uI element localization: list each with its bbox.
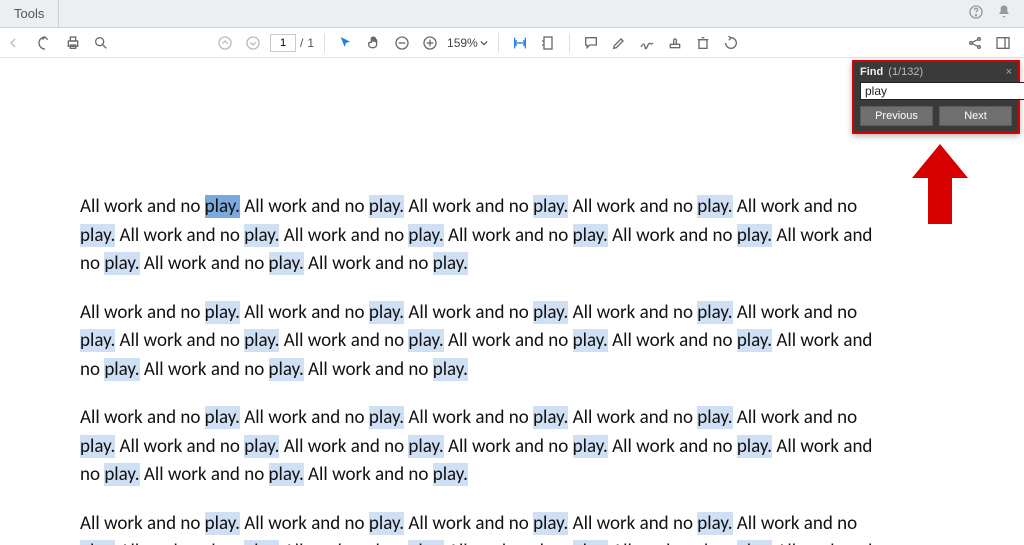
help-icon[interactable] [968,4,984,23]
find-count: (1/132) [888,66,923,78]
delete-icon[interactable] [692,32,714,54]
zoom-level[interactable]: 159% [447,36,488,50]
paragraph: All work and no play. All work and no pl… [80,299,880,385]
page-total: 1 [307,36,314,50]
tab-bar: Tools All work and no pla… × [0,0,1024,28]
document-page: All work and no play. All work and no pl… [80,193,880,545]
hand-tool-icon[interactable] [363,32,385,54]
comment-icon[interactable] [580,32,602,54]
page-up-icon[interactable] [214,32,236,54]
sign-icon[interactable] [636,32,658,54]
paragraph: All work and no play. All work and no pl… [80,193,880,279]
fit-page-icon[interactable] [537,32,559,54]
tab-tools-label: Tools [14,6,44,21]
zoom-in-icon[interactable] [419,32,441,54]
stamp-icon[interactable] [664,32,686,54]
page-input[interactable] [270,34,296,52]
page-indicator: / 1 [270,34,314,52]
save-icon[interactable] [34,32,56,54]
rotate-icon[interactable] [720,32,742,54]
bell-icon[interactable] [996,4,1012,23]
share-icon[interactable] [964,32,986,54]
zoom-out-icon[interactable] [391,32,413,54]
print-icon[interactable] [62,32,84,54]
close-find-icon[interactable]: × [1006,66,1012,78]
find-next-button[interactable]: Next [939,106,1012,126]
find-previous-button[interactable]: Previous [860,106,933,126]
panel-toggle-icon[interactable] [992,32,1014,54]
tab-tools[interactable]: Tools [0,0,59,27]
selection-tool-icon[interactable] [335,32,357,54]
paragraph: All work and no play. All work and no pl… [80,510,880,545]
toggle-pane-icon[interactable] [6,32,28,54]
paragraph: All work and no play. All work and no pl… [80,404,880,490]
page-sep: / [300,36,303,50]
find-title: Find [860,66,883,78]
toolbar: / 1 159% [0,28,1024,58]
find-panel: Find (1/132) × Previous Next [852,60,1020,134]
highlight-icon[interactable] [608,32,630,54]
page-down-icon[interactable] [242,32,264,54]
fit-width-icon[interactable] [509,32,531,54]
find-input[interactable] [860,82,1024,100]
search-icon[interactable] [90,32,112,54]
